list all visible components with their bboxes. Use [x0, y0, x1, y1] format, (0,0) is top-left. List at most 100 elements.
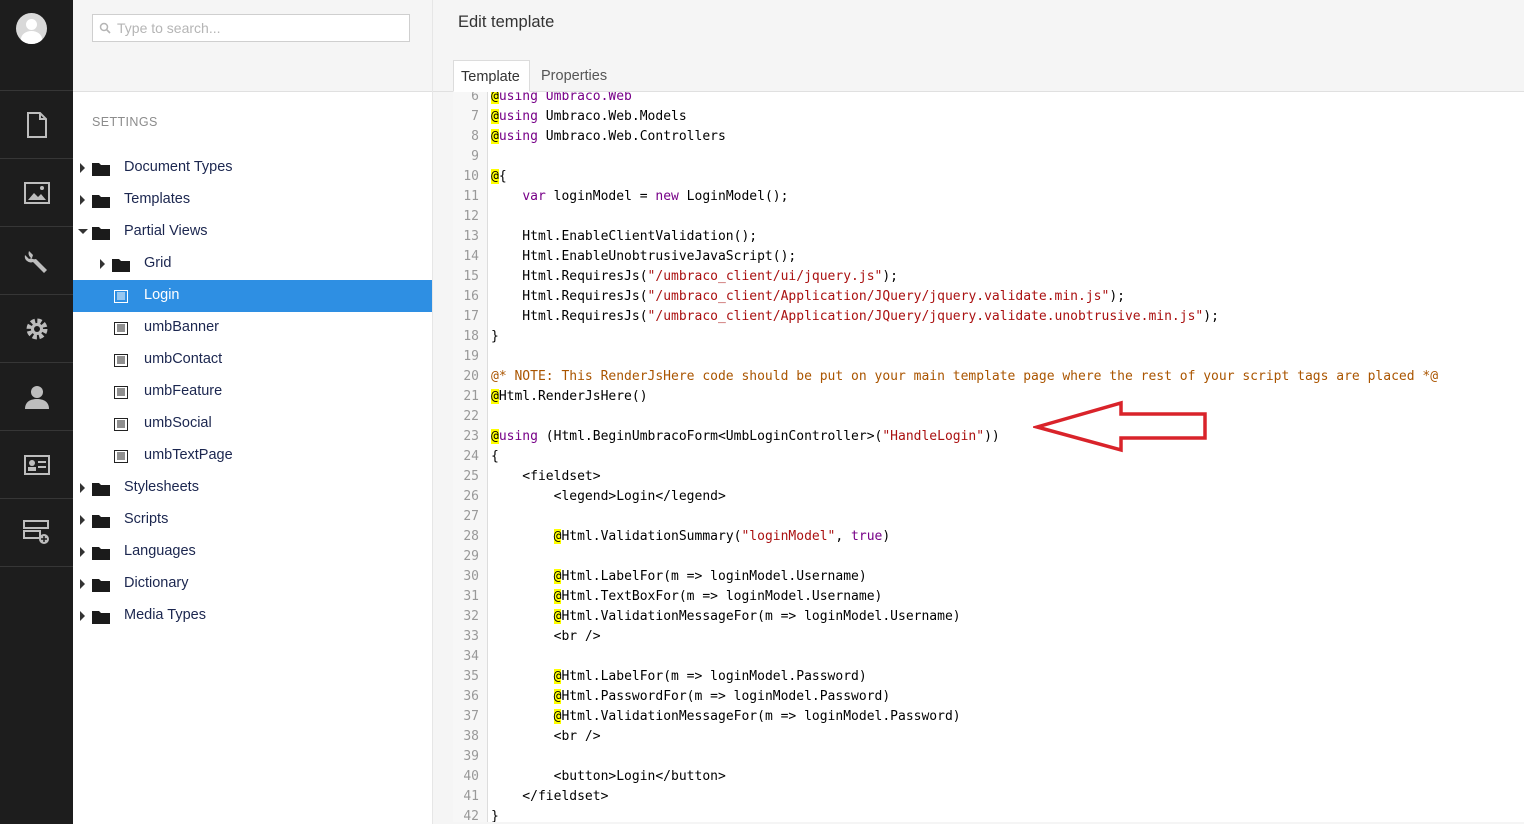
code-token: Html.EnableUnobtrusiveJavaScript();: [491, 249, 797, 264]
search-input[interactable]: [117, 15, 402, 41]
tree-item-label: Media Types: [124, 607, 206, 623]
code-text: @using Umbraco.Web.Models: [491, 107, 687, 127]
line-number: 22: [463, 409, 479, 424]
line-number: 30: [463, 569, 479, 584]
settings-section-button[interactable]: [0, 226, 73, 294]
code-text: Html.RequiresJs("/umbraco_client/Applica…: [491, 307, 1219, 327]
members-section-button[interactable]: [0, 430, 73, 498]
tree-item-label: umbContact: [144, 351, 223, 367]
folder-icon: [92, 195, 110, 208]
code-token: new: [655, 189, 679, 204]
code-token: ,: [835, 529, 852, 544]
code-token: true: [851, 529, 883, 544]
tree-item-label: umbTextPage: [144, 447, 233, 463]
forms-section-button[interactable]: [0, 498, 73, 567]
media-section-button[interactable]: [0, 158, 73, 226]
code-token: "/umbraco_client/ui/jquery.js": [647, 269, 883, 284]
code-token: Html.TextBoxFor(m => loginModel.Username…: [561, 589, 883, 604]
expand-arrow-icon[interactable]: [80, 579, 85, 589]
id-card-icon: [23, 454, 50, 475]
line-number: 13: [463, 229, 479, 244]
code-text: @using Umbraco.Web.Controllers: [491, 127, 726, 147]
tree-item-languages[interactable]: Languages: [73, 536, 432, 568]
line-number: 18: [463, 329, 479, 344]
code-text: @Html.LabelFor(m => loginModel.Password): [491, 667, 867, 687]
line-number: 41: [463, 789, 479, 804]
users-section-button[interactable]: [0, 362, 73, 430]
code-text: Html.EnableClientValidation();: [491, 227, 757, 247]
partial-view-icon: [114, 418, 128, 431]
expand-arrow-icon[interactable]: [80, 611, 85, 621]
code-token: Html.RenderJsHere(): [498, 389, 648, 404]
tree-item-login[interactable]: Login: [73, 280, 432, 312]
tree-item-umbcontact[interactable]: umbContact: [73, 344, 432, 376]
tree-item-umbfeature[interactable]: umbFeature: [73, 376, 432, 408]
line-number: 29: [463, 549, 479, 564]
tree-item-templates[interactable]: Templates: [73, 184, 432, 216]
line-number: 39: [463, 749, 479, 764]
expand-arrow-icon[interactable]: [80, 547, 85, 557]
line-number: 11: [463, 189, 479, 204]
folder-icon: [92, 515, 110, 528]
expand-arrow-icon[interactable]: [80, 195, 85, 205]
tree-section-title: SETTINGS: [92, 115, 158, 129]
code-text: @Html.TextBoxFor(m => loginModel.Usernam…: [491, 587, 882, 607]
search-box[interactable]: [92, 14, 410, 42]
line-number: 23: [463, 429, 479, 444]
code-text: @{: [491, 167, 507, 187]
code-token: @: [491, 169, 499, 184]
code-token: <fieldset>: [491, 469, 601, 484]
developer-section-button[interactable]: [0, 294, 73, 362]
code-token: using: [498, 129, 538, 144]
expand-arrow-icon[interactable]: [80, 515, 85, 525]
collapse-arrow-icon[interactable]: [78, 229, 88, 234]
code-token: loginModel =: [545, 189, 656, 204]
tree-item-umbsocial[interactable]: umbSocial: [73, 408, 432, 440]
folder-icon: [92, 579, 110, 592]
tree-item-label: umbSocial: [144, 415, 212, 431]
code-text: @Html.LabelFor(m => loginModel.Username): [491, 567, 867, 587]
tree-item-stylesheets[interactable]: Stylesheets: [73, 472, 432, 504]
tree-item-scripts[interactable]: Scripts: [73, 504, 432, 536]
line-number: 42: [463, 809, 479, 822]
tree-item-umbtextpage[interactable]: umbTextPage: [73, 440, 432, 472]
tab-properties[interactable]: Properties: [534, 60, 614, 92]
code-token: @: [491, 109, 499, 124]
tree-item-label: Languages: [124, 543, 196, 559]
tree-item-partial-views[interactable]: Partial Views: [73, 216, 432, 248]
code-text: Html.EnableUnobtrusiveJavaScript();: [491, 247, 796, 267]
folder-icon: [92, 611, 110, 624]
code-text: <fieldset>: [491, 467, 601, 487]
code-editor[interactable]: 6 @using Umbraco.Web 7 @using Umbraco.Web.M…: [453, 92, 1524, 822]
tree-item-label: Partial Views: [124, 223, 208, 239]
line-number: 34: [463, 649, 479, 664]
expand-arrow-icon[interactable]: [80, 163, 85, 173]
line-number: 25: [463, 469, 479, 484]
line-number: 17: [463, 309, 479, 324]
annotation-arrow-icon: [1033, 400, 1207, 453]
code-token: }: [491, 809, 499, 822]
expand-arrow-icon[interactable]: [80, 483, 85, 493]
code-token: Html.LabelFor(m => loginModel.Username): [561, 569, 867, 584]
user-avatar[interactable]: [16, 13, 47, 44]
code-text: @using (Html.BeginUmbracoForm<UmbLoginCo…: [491, 427, 1000, 447]
tree-item-dictionary[interactable]: Dictionary: [73, 568, 432, 600]
line-number: 21: [463, 389, 479, 404]
tree-item-media-types[interactable]: Media Types: [73, 600, 432, 632]
code-token: var: [522, 189, 546, 204]
page-title: Edit template: [458, 13, 555, 31]
line-number: 28: [463, 529, 479, 544]
tree-item-umbbanner[interactable]: umbBanner: [73, 312, 432, 344]
tab-template[interactable]: Template: [453, 60, 530, 92]
content-section-button[interactable]: [0, 90, 73, 158]
tree-item-document-types[interactable]: Document Types: [73, 152, 432, 184]
expand-arrow-icon[interactable]: [100, 259, 105, 269]
code-text: @using Umbraco.Web: [491, 92, 632, 107]
code-token: );: [882, 269, 899, 284]
tree-item-grid[interactable]: Grid: [73, 248, 432, 280]
